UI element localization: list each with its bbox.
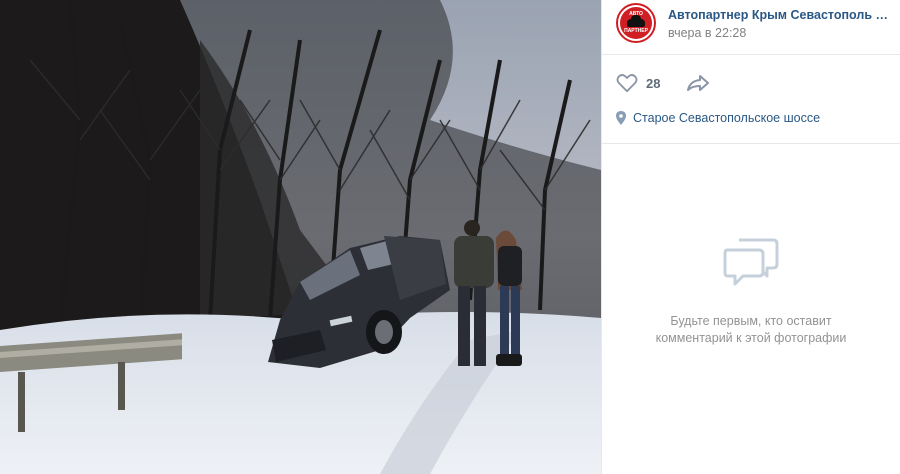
like-button[interactable]: 28 bbox=[616, 73, 660, 93]
post-header: АВТО ПАРТНЕР Автопартнер Крым Севастопол… bbox=[602, 0, 900, 54]
author-avatar[interactable]: АВТО ПАРТНЕР bbox=[616, 3, 656, 43]
car-logo-icon: АВТО ПАРТНЕР bbox=[620, 7, 652, 39]
empty-line-2: комментарий к этой фотографии bbox=[655, 331, 847, 345]
post-actions: 28 bbox=[616, 70, 710, 96]
comments-empty-state: Будьте первым, кто оставит комментарий к… bbox=[602, 236, 900, 347]
post-sidebar: АВТО ПАРТНЕР Автопартнер Крым Севастопол… bbox=[601, 0, 900, 474]
post-photo[interactable] bbox=[0, 0, 601, 474]
like-count: 28 bbox=[646, 75, 661, 91]
photo-scene bbox=[0, 0, 601, 474]
comments-empty-text: Будьте первым, кто оставит комментарий к… bbox=[602, 313, 900, 347]
empty-line-1: Будьте первым, кто оставит bbox=[670, 314, 832, 328]
share-arrow-icon bbox=[687, 75, 710, 91]
post-time[interactable]: вчера в 22:28 bbox=[668, 26, 746, 40]
location-pin-icon bbox=[616, 111, 626, 125]
avatar-label-top: АВТО bbox=[629, 11, 643, 17]
share-button[interactable] bbox=[686, 74, 710, 92]
heart-icon bbox=[616, 74, 638, 93]
car-icon bbox=[627, 15, 645, 27]
comment-bubbles-icon bbox=[723, 238, 779, 286]
divider bbox=[602, 143, 900, 144]
divider bbox=[602, 54, 900, 55]
author-name[interactable]: Автопартнер Крым Севастополь Д... bbox=[668, 8, 894, 22]
location-link[interactable]: Старое Севастопольское шоссе bbox=[633, 111, 820, 125]
location: Старое Севастопольское шоссе bbox=[616, 111, 820, 125]
avatar-label-bottom: ПАРТНЕР bbox=[624, 28, 648, 34]
